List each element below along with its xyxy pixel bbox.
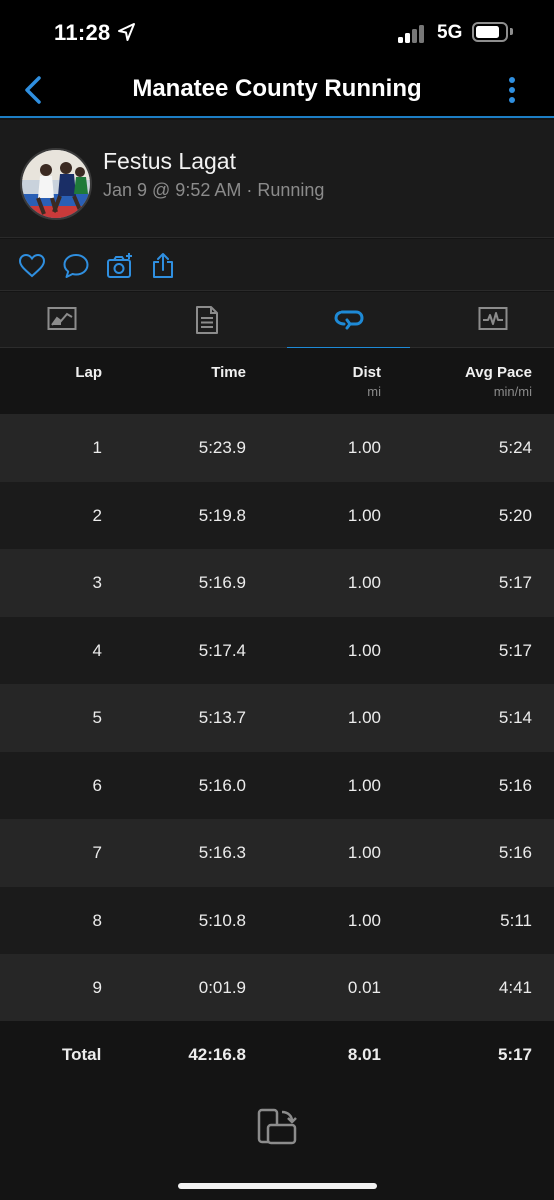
lap-number: 4: [92, 640, 102, 660]
page-title: Manatee County Running: [132, 75, 422, 102]
total-time: 42:16.8: [188, 1045, 246, 1064]
nav-bar: Manatee County Running: [0, 64, 554, 118]
lap-time: 5:16.3: [198, 843, 246, 862]
lap-pace: 5:16: [498, 775, 532, 795]
more-options-icon[interactable]: [500, 74, 524, 106]
table-row[interactable]: 3 5:16.9 1.00 5:17: [0, 549, 554, 617]
lap-pace: 5:17: [498, 573, 532, 592]
table-row[interactable]: 4 5:17.4 1.00 5:17: [0, 616, 554, 684]
laps-table-body: 1 5:23.9 1.00 5:24 2 5:19.8 1.00 5:20 3 …: [0, 414, 554, 1022]
header-time: Time: [211, 364, 246, 381]
battery-tip: [510, 28, 513, 35]
lap-number: 9: [92, 978, 102, 997]
lap-time: 0:01.9: [198, 978, 246, 997]
lap-pace: 5:14: [498, 708, 532, 727]
table-row[interactable]: 9 0:01.9 0.01 4:41: [0, 954, 554, 1022]
lap-number: 8: [92, 910, 102, 930]
activity-header: Festus Lagat Jan 9 @ 9:52 AM · Running: [0, 120, 554, 238]
table-row[interactable]: 6 5:16.0 1.00 5:16: [0, 751, 554, 819]
laps-icon: [334, 310, 364, 330]
header-pace: Avg Pace min/mi: [465, 364, 532, 399]
activity-actions: [0, 239, 554, 291]
lap-time: 5:23.9: [198, 438, 246, 457]
lap-time: 5:13.7: [198, 708, 246, 727]
total-label: Total: [62, 1045, 102, 1064]
add-photo-icon[interactable]: [106, 252, 134, 280]
total-dist: 8.01: [347, 1045, 381, 1064]
lap-number: 2: [92, 505, 102, 525]
user-name[interactable]: Festus Lagat: [103, 148, 236, 175]
share-icon[interactable]: [150, 252, 178, 280]
lap-number: 5: [92, 708, 102, 727]
tab-charts[interactable]: [431, 292, 554, 348]
table-row[interactable]: 1 5:23.9 1.00 5:24: [0, 414, 554, 482]
lap-pace: 5:20: [498, 505, 532, 525]
lap-dist: 0.01: [347, 978, 381, 997]
network-type: 5G: [437, 22, 463, 43]
header-dist: Dist mi: [352, 364, 381, 399]
heart-icon[interactable]: [18, 252, 46, 280]
lap-pace: 5:24: [498, 438, 532, 457]
laps-table-header: Lap Time Dist mi Avg Pace min/mi: [0, 348, 554, 414]
lap-pace: 5:11: [500, 910, 532, 930]
cell-signal-icon: [398, 23, 428, 43]
pace-unit: min/mi: [493, 384, 532, 399]
tab-details[interactable]: [144, 292, 267, 348]
lap-number: 7: [92, 843, 102, 862]
lap-number: 3: [92, 573, 102, 592]
total-row: Total 42:16.8 8.01 5:17: [0, 1021, 554, 1089]
battery-icon: [472, 22, 508, 42]
activity-meta: Jan 9 @ 9:52 AM · Running: [103, 180, 325, 200]
tab-laps[interactable]: [287, 292, 410, 349]
home-indicator[interactable]: [178, 1183, 377, 1189]
lap-number: 1: [92, 438, 102, 457]
lap-dist: 1.00: [347, 843, 381, 862]
header-lap: Lap: [75, 364, 102, 381]
lap-time: 5:16.0: [198, 775, 246, 795]
lap-dist: 1.00: [347, 910, 381, 930]
lap-dist: 1.00: [347, 775, 381, 795]
tab-overview[interactable]: [0, 292, 123, 348]
details-icon: [196, 306, 218, 334]
charts-icon: [478, 307, 508, 330]
lap-time: 5:17.4: [198, 640, 246, 660]
lap-pace: 4:41: [498, 978, 532, 997]
table-row[interactable]: 2 5:19.8 1.00 5:20: [0, 481, 554, 549]
lap-time: 5:19.8: [198, 505, 246, 525]
activity-tabs: [0, 292, 554, 349]
lap-time: 5:10.8: [198, 910, 246, 930]
table-row[interactable]: 7 5:16.3 1.00 5:16: [0, 819, 554, 887]
lap-pace: 5:17: [498, 640, 532, 660]
lap-dist: 1.00: [347, 708, 381, 727]
avatar[interactable]: [20, 148, 92, 220]
status-time: 11:28: [54, 20, 111, 45]
lap-pace: 5:16: [498, 843, 532, 862]
table-row[interactable]: 8 5:10.8 1.00 5:11: [0, 886, 554, 954]
lap-dist: 1.00: [347, 640, 381, 660]
location-arrow-icon: [118, 23, 135, 41]
rotate-screen-icon[interactable]: [256, 1107, 298, 1147]
status-bar: 11:28 5G: [0, 0, 554, 64]
lap-time: 5:16.9: [198, 573, 246, 592]
total-pace: 5:17: [497, 1045, 532, 1064]
overview-icon: [47, 307, 77, 330]
table-row[interactable]: 5 5:13.7 1.00 5:14: [0, 684, 554, 752]
lap-dist: 1.00: [347, 438, 381, 457]
lap-dist: 1.00: [347, 573, 381, 592]
lap-number: 6: [92, 775, 102, 795]
lap-dist: 1.00: [347, 505, 381, 525]
comment-icon[interactable]: [62, 252, 90, 280]
dist-unit: mi: [367, 384, 381, 399]
